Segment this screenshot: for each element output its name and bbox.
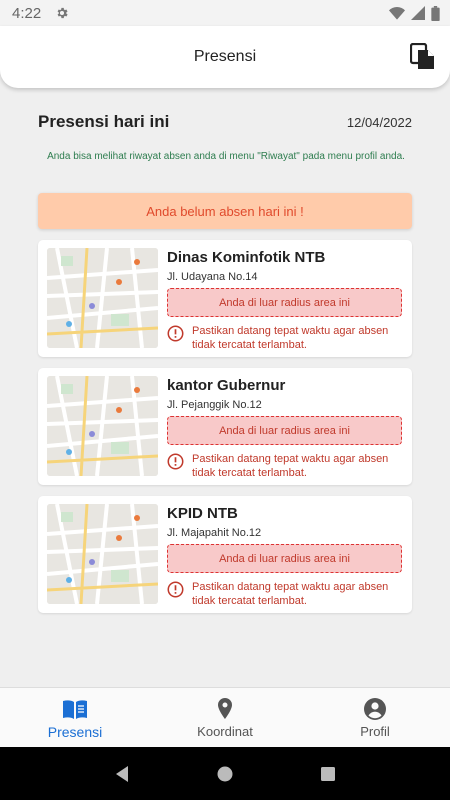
today-date: 12/04/2022 [346,114,412,130]
location-map-thumbnail [47,504,158,604]
nav-item-presensi[interactable]: Presensi [0,688,150,747]
location-address: Jl. Udayana No.14 [167,271,258,283]
lateness-warning: Pastikan datang tepat waktu agar absen t… [167,452,397,480]
attendance-alert-banner: Anda belum absen hari ini ! [38,193,412,229]
location-map-thumbnail [47,248,158,348]
lateness-warning: Pastikan datang tepat waktu agar absen t… [167,580,397,608]
nav-label: Koordinat [197,724,253,739]
location-pin-icon [218,698,232,719]
location-name: Dinas Kominfotik NTB [167,249,326,266]
location-card[interactable]: kantor Gubernur Jl. Pejanggik No.12 Anda… [38,368,412,485]
section-header: Presensi hari ini 12/04/2022 [38,112,412,132]
location-name: KPID NTB [167,505,238,522]
recents-square-icon[interactable] [319,765,337,783]
signal-icon [411,6,425,20]
app-bar: Presensi [0,26,450,88]
page-title: Presensi [193,48,257,65]
info-circle-icon [167,453,184,470]
history-info-text: Anda bisa melihat riwayat absen anda di … [47,151,405,162]
info-circle-icon [167,325,184,342]
radius-status-badge: Anda di luar radius area ini [167,544,402,573]
account-circle-icon [364,698,386,720]
radius-status-badge: Anda di luar radius area ini [167,288,402,317]
warning-text: Pastikan datang tepat waktu agar absen t… [192,453,389,479]
back-triangle-icon[interactable] [113,765,131,783]
location-address: Jl. Pejanggik No.12 [167,399,262,411]
radius-status-badge: Anda di luar radius area ini [167,416,402,445]
warning-text: Pastikan datang tepat waktu agar absen t… [192,325,389,351]
location-map-thumbnail [47,376,158,476]
nav-item-koordinat[interactable]: Koordinat [150,688,300,747]
nav-item-profil[interactable]: Profil [300,688,450,747]
location-address: Jl. Majapahit No.12 [167,527,262,539]
wifi-icon [389,7,405,20]
location-card[interactable]: KPID NTB Jl. Majapahit No.12 Anda di lua… [38,496,412,613]
nav-label: Presensi [47,723,103,740]
location-name: kantor Gubernur [167,377,286,394]
battery-icon [431,5,440,21]
bottom-navigation: Presensi Koordinat Profil [0,687,450,747]
lateness-warning: Pastikan datang tepat waktu agar absen t… [167,324,397,352]
home-circle-icon[interactable] [216,765,234,783]
nav-label: Profil [360,724,390,739]
warning-text: Pastikan datang tepat waktu agar absen t… [192,581,389,607]
info-circle-icon [167,581,184,598]
book-icon [63,699,87,719]
copy-documents-icon[interactable] [410,43,436,71]
location-card[interactable]: Dinas Kominfotik NTB Jl. Udayana No.14 A… [38,240,412,357]
status-time: 4:22 [12,4,42,22]
section-title: Presensi hari ini [38,112,170,131]
system-navigation-bar [0,747,450,800]
settings-gear-icon [57,7,68,19]
status-bar: 4:22 [0,0,450,26]
